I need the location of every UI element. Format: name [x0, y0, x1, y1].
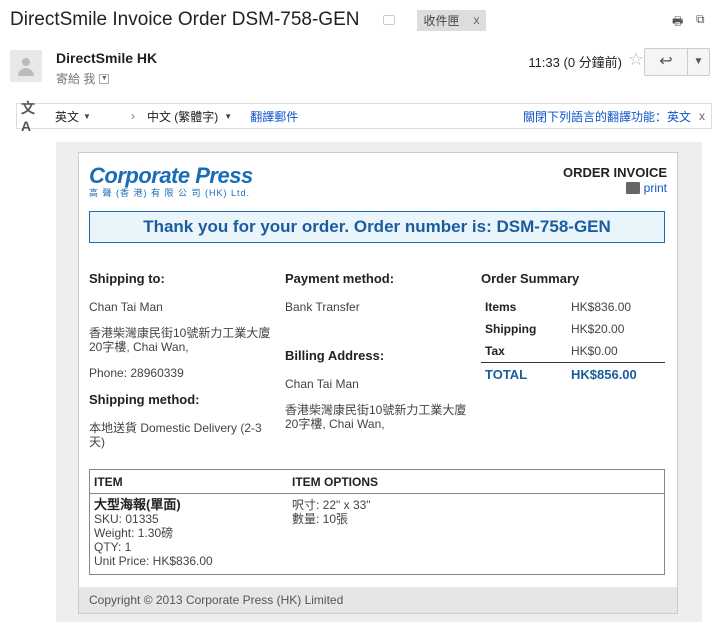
- sender-row: DirectSmile HK 寄給 我 ▼ 11:33 (0 分鐘前) ☆ ↩ …: [10, 48, 710, 88]
- arrow-right-icon: ›: [130, 109, 135, 123]
- shipping-phone: Phone: 28960339: [89, 366, 184, 380]
- item-cell: 大型海報(單面) SKU: 01335 Weight: 1.30磅 QTY: 1…: [90, 494, 288, 572]
- payment-column: Payment method: Bank Transfer Billing Ad…: [285, 271, 467, 443]
- print-all-icon[interactable]: 🖶: [672, 12, 686, 28]
- order-summary-column: Order Summary Items HK$836.00 Shipping H…: [481, 271, 665, 385]
- sender-name[interactable]: DirectSmile HK: [56, 50, 157, 66]
- inbox-label-tag[interactable]: 收件匣 x: [417, 9, 486, 31]
- more-options-button[interactable]: ▼: [688, 48, 710, 76]
- items-table: ITEM ITEM OPTIONS 大型海報(單面) SKU: 01335 We…: [89, 469, 665, 575]
- source-language-select[interactable]: 英文 ▼: [55, 108, 91, 125]
- shipping-address: 香港柴灣康民街10號新力工業大廈20字樓, Chai Wan,: [89, 326, 271, 354]
- payment-method: Bank Transfer: [285, 300, 360, 314]
- translate-message-link[interactable]: 翻譯郵件: [250, 108, 298, 125]
- logo-sub-text: 高 聲 (香 港) 有 限 公 司 (HK) Ltd.: [89, 188, 251, 198]
- summary-key: Items: [485, 300, 517, 314]
- email-subject: DirectSmile Invoice Order DSM-758-GEN: [10, 9, 360, 30]
- reply-button[interactable]: ↩: [644, 48, 688, 76]
- item-options-cell: 呎寸: 22" x 33" 數量: 10張: [288, 494, 375, 572]
- billing-address: 香港柴灣康民街10號新力工業大廈20字樓, Chai Wan,: [285, 403, 467, 431]
- print-label[interactable]: print: [644, 181, 667, 195]
- new-window-icon[interactable]: ⧉: [696, 12, 710, 26]
- billing-name: Chan Tai Man: [285, 377, 359, 391]
- summary-value: HK$836.00: [571, 300, 632, 314]
- order-invoice-heading: ORDER INVOICE: [562, 165, 667, 180]
- invoice-card: Corporate Press 高 聲 (香 港) 有 限 公 司 (HK) L…: [78, 152, 678, 614]
- order-summary-table: Items HK$836.00 Shipping HK$20.00 Tax HK…: [481, 296, 665, 385]
- shipping-name: Chan Tai Man: [89, 300, 163, 314]
- top-right-icons: 🖶 ⧉: [672, 12, 710, 28]
- item-title: 大型海報(單面): [94, 497, 181, 512]
- translate-bar: 文A 英文 ▼ › 中文 (繁體字) ▼ 翻譯郵件 關閉下列語言的翻譯功能：英文…: [16, 100, 712, 134]
- caret-down-icon: ▼: [224, 111, 233, 121]
- total-value: HK$856.00: [567, 361, 665, 385]
- item-options-column-header: ITEM OPTIONS: [292, 474, 379, 489]
- item-qty: QTY: 1: [94, 540, 132, 554]
- recipient-text: 寄給 我: [56, 72, 96, 86]
- translate-icon: 文A: [21, 100, 35, 134]
- target-language-label: 中文 (繁體字): [146, 109, 219, 124]
- message-time: 11:33 (0 分鐘前): [528, 55, 622, 70]
- order-summary-label: Order Summary: [481, 271, 580, 286]
- option-quantity: 數量: 10張: [292, 512, 349, 526]
- details-dropdown-icon[interactable]: ▼: [99, 73, 110, 84]
- star-icon[interactable]: ☆: [628, 49, 644, 70]
- item-sku: SKU: 01335: [94, 512, 159, 526]
- invoice-footer: Copyright © 2013 Corporate Press (HK) Li…: [79, 587, 677, 613]
- close-icon[interactable]: x: [699, 109, 705, 123]
- option-size: 呎寸: 22" x 33": [292, 498, 371, 512]
- reply-icon: ↩: [659, 53, 673, 70]
- remove-label-icon[interactable]: x: [474, 13, 480, 27]
- inbox-label-text: 收件匣: [423, 13, 460, 28]
- email-body: Corporate Press 高 聲 (香 港) 有 限 公 司 (HK) L…: [56, 142, 702, 622]
- summary-row: Tax HK$0.00: [481, 340, 665, 362]
- caret-down-icon: ▼: [83, 111, 91, 121]
- summary-key: Shipping: [485, 322, 537, 336]
- item-unit-price: Unit Price: HK$836.00: [94, 554, 213, 568]
- print-link[interactable]: print: [625, 181, 667, 195]
- shipping-method-label: Shipping method:: [89, 392, 200, 407]
- source-language-label: 英文: [55, 109, 80, 124]
- target-language-select[interactable]: 中文 (繁體字) ▼: [147, 108, 232, 125]
- shipping-column: Shipping to: Chan Tai Man 香港柴灣康民街10號新力工業…: [89, 271, 271, 461]
- summary-value: HK$0.00: [571, 343, 618, 358]
- shipping-to-label: Shipping to:: [89, 271, 165, 286]
- item-column-header: ITEM: [94, 474, 123, 489]
- shipping-method: 本地送貨 Domestic Delivery (2-3 天): [89, 421, 262, 449]
- disable-translation-link[interactable]: 關閉下列語言的翻譯功能：英文: [523, 108, 691, 125]
- subject-bar: DirectSmile Invoice Order DSM-758-GEN 收件…: [10, 8, 486, 32]
- recipient-line: 寄給 我 ▼: [56, 70, 110, 87]
- label-icon[interactable]: [383, 15, 396, 25]
- billing-address-label: Billing Address:: [285, 348, 385, 363]
- summary-value: HK$20.00: [571, 322, 625, 336]
- summary-key: Tax: [485, 343, 505, 358]
- items-table-header: ITEM ITEM OPTIONS: [90, 470, 664, 494]
- thank-you-banner: Thank you for your order. Order number i…: [89, 211, 665, 243]
- chevron-down-icon: ▼: [693, 56, 704, 67]
- item-weight: Weight: 1.30磅: [94, 526, 174, 540]
- company-logo: Corporate Press 高 聲 (香 港) 有 限 公 司 (HK) L…: [89, 163, 253, 199]
- summary-row: Shipping HK$20.00: [481, 318, 665, 340]
- total-label: TOTAL: [481, 361, 567, 385]
- summary-total-row: TOTAL HK$856.00: [481, 361, 665, 385]
- summary-row: Items HK$836.00: [481, 296, 665, 318]
- printer-icon: [625, 182, 640, 194]
- payment-method-label: Payment method:: [285, 271, 395, 286]
- table-row: 大型海報(單面) SKU: 01335 Weight: 1.30磅 QTY: 1…: [90, 494, 664, 572]
- avatar: [10, 50, 42, 82]
